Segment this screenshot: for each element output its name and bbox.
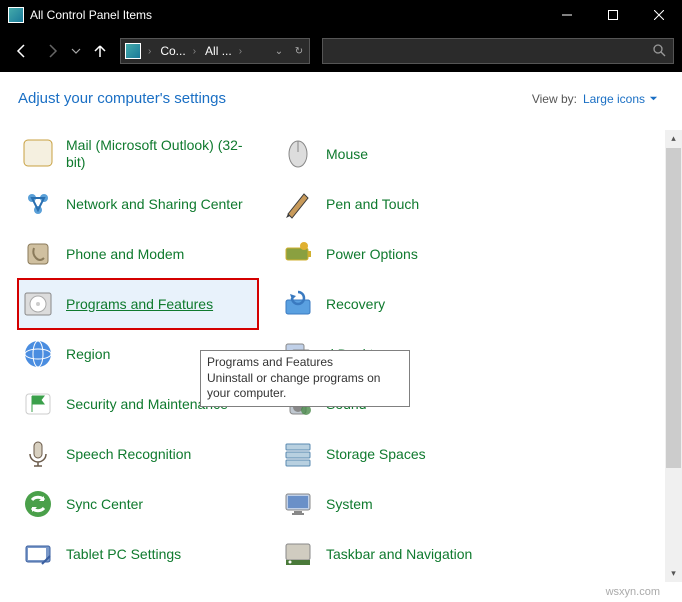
refresh-button[interactable]: ↻	[289, 46, 309, 57]
cp-item-label: Recovery	[326, 296, 385, 313]
vertical-scrollbar[interactable]: ▴ ▾	[665, 130, 682, 582]
tablet-icon	[22, 538, 54, 570]
cp-item-tablet[interactable]: Tablet PC Settings	[18, 529, 258, 579]
cp-item-phone[interactable]: Phone and Modem	[18, 229, 258, 279]
cp-item-label: Tablet PC Settings	[66, 546, 181, 563]
phone-icon	[22, 238, 54, 270]
pen-icon	[282, 188, 314, 220]
cp-item-label: Taskbar and Navigation	[326, 546, 472, 563]
close-button[interactable]	[636, 0, 682, 30]
viewby-label: View by:	[532, 92, 577, 106]
scroll-down-button[interactable]: ▾	[665, 565, 682, 582]
cp-item-taskbar[interactable]: Taskbar and Navigation	[278, 529, 518, 579]
viewby-dropdown[interactable]: Large icons	[583, 92, 658, 106]
cp-item-label: Storage Spaces	[326, 446, 426, 463]
control-panel-icon	[8, 7, 24, 23]
content-header: Adjust your computer's settings View by:…	[0, 72, 682, 117]
taskbar-icon	[282, 538, 314, 570]
window-title: All Control Panel Items	[30, 8, 544, 22]
network-icon	[22, 188, 54, 220]
breadcrumb-seg-2[interactable]: All ...	[199, 44, 236, 58]
watermark: wsxyn.com	[606, 586, 660, 598]
chevron-right-icon: ›	[236, 46, 245, 57]
scroll-up-button[interactable]: ▴	[665, 130, 682, 147]
cp-item-label: Programs and Features	[66, 296, 213, 313]
cp-item-label: Mail (Microsoft Outlook) (32-bit)	[66, 137, 258, 171]
system-icon	[282, 488, 314, 520]
minimize-button[interactable]	[544, 0, 590, 30]
search-input[interactable]	[323, 44, 645, 58]
chevron-right-icon: ›	[145, 46, 154, 57]
cp-item-label: Region	[66, 346, 110, 363]
storage-icon	[282, 438, 314, 470]
cp-item-label: System	[326, 496, 373, 513]
maximize-button[interactable]	[590, 0, 636, 30]
page-title: Adjust your computer's settings	[18, 90, 532, 107]
region-icon	[22, 338, 54, 370]
forward-button[interactable]	[38, 37, 66, 65]
cp-item-network[interactable]: Network and Sharing Center	[18, 179, 258, 229]
cp-item-storage[interactable]: Storage Spaces	[278, 429, 518, 479]
address-dropdown[interactable]: ⌄	[269, 46, 289, 57]
cp-item-recovery[interactable]: Recovery	[278, 279, 518, 329]
cp-item-label: Speech Recognition	[66, 446, 191, 463]
cp-item-pen[interactable]: Pen and Touch	[278, 179, 518, 229]
cp-item-label: Phone and Modem	[66, 246, 184, 263]
tooltip: Programs and Features Uninstall or chang…	[200, 350, 410, 407]
chevron-right-icon: ›	[190, 46, 199, 57]
search-icon[interactable]	[645, 43, 673, 60]
recent-dropdown[interactable]	[68, 37, 84, 65]
recovery-icon	[282, 288, 314, 320]
cp-item-mouse[interactable]: Mouse	[278, 129, 518, 179]
cp-item-speech[interactable]: Speech Recognition	[18, 429, 258, 479]
address-bar[interactable]: › Co... › All ... › ⌄ ↻	[120, 38, 310, 64]
cp-item-power[interactable]: Power Options	[278, 229, 518, 279]
titlebar: All Control Panel Items	[0, 0, 682, 30]
search-box[interactable]	[322, 38, 674, 64]
cp-item-label: Network and Sharing Center	[66, 196, 243, 213]
cp-item-system[interactable]: System	[278, 479, 518, 529]
up-button[interactable]	[86, 37, 114, 65]
chevron-down-icon	[649, 94, 658, 103]
power-icon	[282, 238, 314, 270]
cp-item-sync[interactable]: Sync Center	[18, 479, 258, 529]
sync-icon	[22, 488, 54, 520]
mail-icon	[22, 138, 54, 170]
navigation-bar: › Co... › All ... › ⌄ ↻	[0, 30, 682, 72]
cp-item-programs[interactable]: Programs and Features	[18, 279, 258, 329]
address-icon	[125, 43, 141, 59]
speech-icon	[22, 438, 54, 470]
scroll-thumb[interactable]	[666, 148, 681, 468]
tooltip-body: Uninstall or change programs on your com…	[207, 371, 380, 401]
breadcrumb-seg-1[interactable]: Co...	[154, 44, 189, 58]
cp-item-mail[interactable]: Mail (Microsoft Outlook) (32-bit)	[18, 129, 258, 179]
mouse-icon	[282, 138, 314, 170]
back-button[interactable]	[8, 37, 36, 65]
programs-icon	[22, 288, 54, 320]
cp-item-label: Pen and Touch	[326, 196, 419, 213]
tooltip-title: Programs and Features	[207, 355, 403, 371]
cp-item-label: Sync Center	[66, 496, 143, 513]
cp-item-label: Mouse	[326, 146, 368, 163]
viewby-value: Large icons	[583, 92, 645, 106]
cp-item-label: Power Options	[326, 246, 418, 263]
security-icon	[22, 388, 54, 420]
